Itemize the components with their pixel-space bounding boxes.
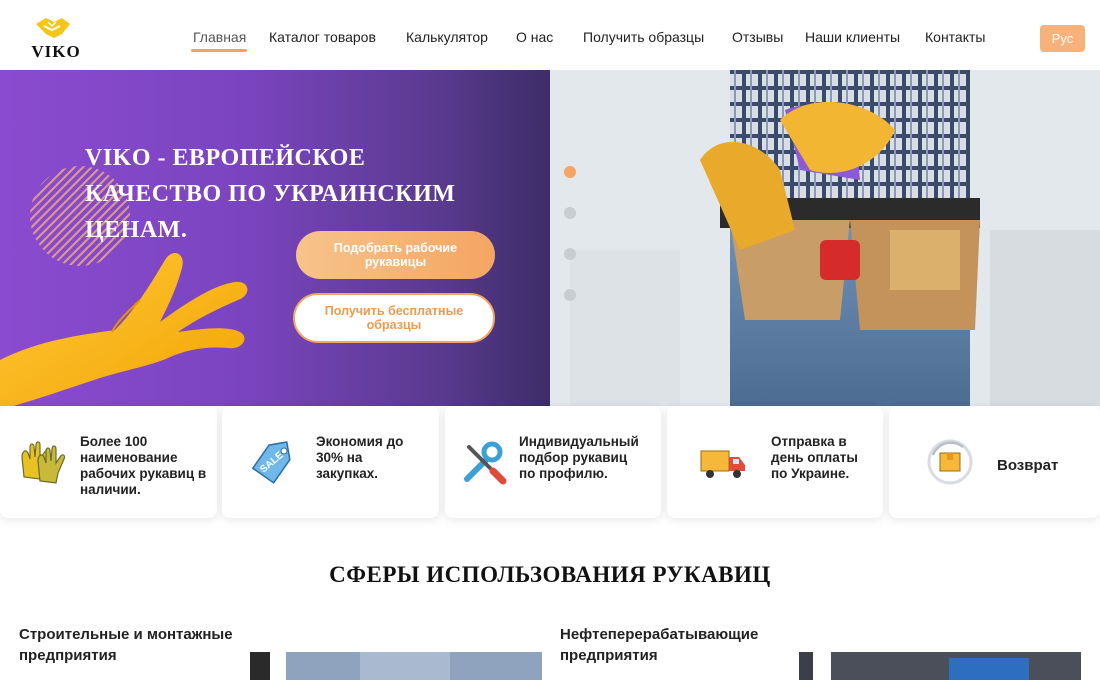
slider-dot-4[interactable] xyxy=(564,289,576,301)
logo-text: VIKO xyxy=(31,42,81,61)
site-header: VIKO Главная Каталог товаров Калькулятор… xyxy=(0,0,1100,70)
nav-item-clients[interactable]: Наши клиенты xyxy=(805,29,900,45)
language-button[interactable]: Рус xyxy=(1040,25,1085,52)
hero-worker-photo xyxy=(550,70,1100,406)
nav-item-contacts[interactable]: Контакты xyxy=(925,29,985,45)
feature-text: Экономия до 30% на закупках. xyxy=(316,434,404,481)
slider-dot-3[interactable] xyxy=(564,248,576,260)
gloves-icon xyxy=(21,441,66,484)
nav-item-calculator[interactable]: Калькулятор xyxy=(406,29,488,45)
nav-item-reviews[interactable]: Отзывы xyxy=(732,29,783,45)
oil-refining-photo xyxy=(799,652,1081,680)
delivery-truck-icon xyxy=(700,450,745,478)
slider-dot-1[interactable] xyxy=(564,166,576,178)
feature-card: Более 100 наименование рабочих рукавиц в… xyxy=(0,406,217,518)
oil-refining-sphere-image[interactable] xyxy=(799,652,1081,680)
nav-active-underline xyxy=(191,49,247,52)
features-row: Более 100 наименование рабочих рукавиц в… xyxy=(0,406,1100,518)
feature-text: Индивидуальный подбор рукавиц по профилю… xyxy=(519,434,639,481)
feature-card: Индивидуальный подбор рукавиц по профилю… xyxy=(445,406,661,518)
nav-item-home[interactable]: Главная xyxy=(193,29,246,45)
sale-tag-icon: SALE xyxy=(251,441,291,484)
slider-dots xyxy=(564,166,576,306)
feature-text: Более 100 наименование рабочих рукавиц в… xyxy=(80,434,207,497)
feature-text: Отправка в день оплаты по Украине. xyxy=(771,434,858,481)
nav-item-samples[interactable]: Получить образцы xyxy=(583,29,704,45)
construction-photo xyxy=(250,652,542,680)
choose-gloves-button[interactable]: Подобрать рабочие рукавицы xyxy=(296,231,495,279)
construction-sphere-image[interactable] xyxy=(250,652,542,680)
free-samples-button[interactable]: Получить бесплатные образцы xyxy=(293,293,495,343)
section-title: Сферы использования рукавиц xyxy=(329,562,771,587)
sphere-label-construction[interactable]: Строительные и монтажные предприятия xyxy=(19,624,239,666)
feature-card: SALE Экономия до 30% на закупках. xyxy=(222,406,439,518)
hero-left-panel: Viko - европейское качество по украински… xyxy=(0,70,550,406)
sphere-label-oil-refining[interactable]: Нефтеперерабатывающие предприятия xyxy=(560,624,790,666)
return-box-icon xyxy=(927,439,973,485)
yellow-glove-hand-image xyxy=(0,253,248,406)
worker-tool-belt-image xyxy=(550,70,1100,406)
feature-text: Возврат xyxy=(997,457,1059,474)
nav-item-about[interactable]: О нас xyxy=(516,29,553,45)
slider-dot-2[interactable] xyxy=(564,207,576,219)
feature-card: Возврат xyxy=(889,406,1100,518)
hero-banner: Viko - европейское качество по украински… xyxy=(0,70,1100,406)
nav-item-catalog[interactable]: Каталог товаров xyxy=(269,29,376,45)
tools-icon xyxy=(464,441,507,485)
logo[interactable]: VIKO xyxy=(26,14,86,62)
handshake-logo-icon xyxy=(36,18,70,38)
feature-card: Отправка в день оплаты по Украине. xyxy=(667,406,883,518)
